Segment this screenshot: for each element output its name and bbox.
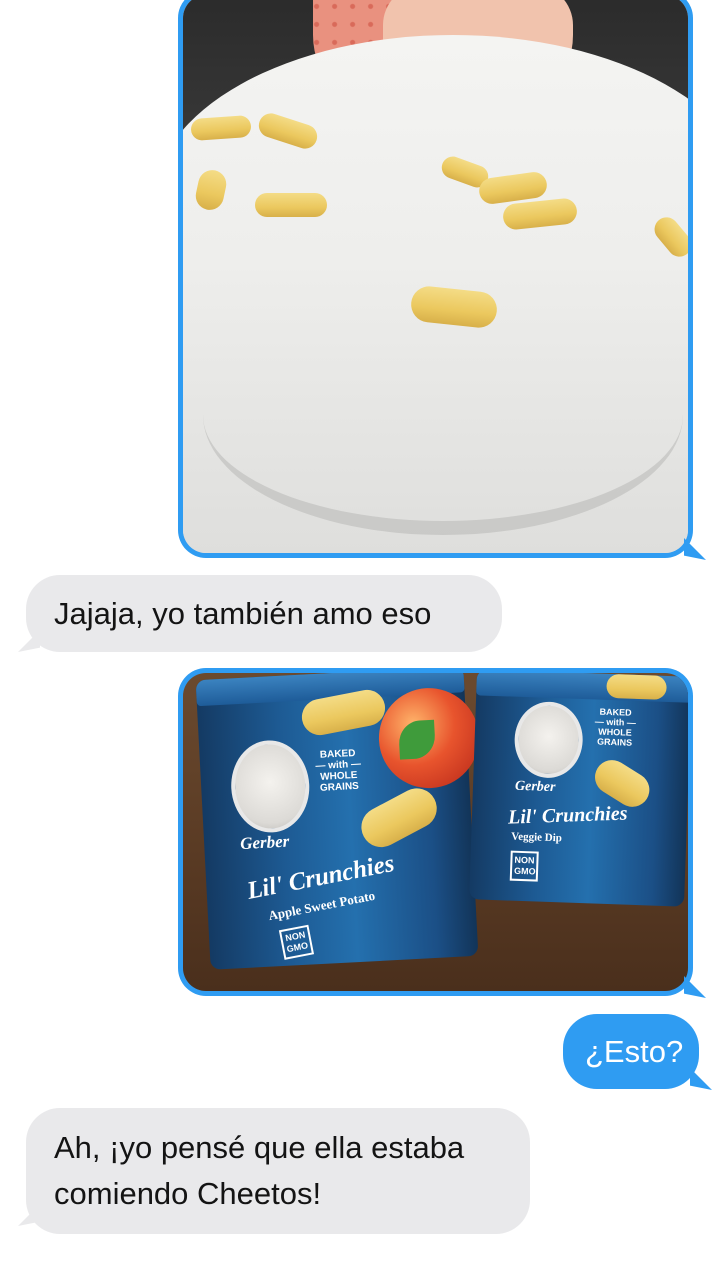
message-text: Ah, ¡yo pensé que ella estaba comiendo C…	[54, 1130, 465, 1211]
gerber-container-left: BAKED — with — WHOLE GRAINS Gerber Lil' …	[195, 673, 482, 970]
flavor-name: Veggie Dip	[511, 830, 563, 845]
gerber-baby-logo	[513, 700, 584, 780]
message-text: ¿Esto?	[585, 1034, 684, 1069]
outgoing-photo-bubble-containers[interactable]: BAKED — with — WHOLE GRAINS Gerber Lil' …	[178, 668, 693, 996]
outgoing-message-bubble[interactable]: ¿Esto?	[563, 1014, 699, 1089]
puff-snack	[190, 114, 252, 142]
message-text: Jajaja, yo también amo eso	[54, 596, 432, 631]
product-name: Lil' Crunchies	[507, 802, 628, 829]
outgoing-photo-bubble-highchair[interactable]	[178, 0, 693, 558]
puff-image	[354, 781, 444, 855]
bubble-tail	[684, 538, 706, 560]
incoming-message-bubble[interactable]: Jajaja, yo también amo eso	[26, 575, 502, 652]
brand-logo: Gerber	[514, 778, 556, 796]
gerber-baby-logo	[228, 738, 312, 835]
puff-image	[606, 673, 667, 700]
non-gmo-badge: NON GMO	[509, 850, 539, 882]
brand-logo: Gerber	[239, 831, 290, 854]
non-gmo-badge: NON GMO	[278, 924, 315, 960]
baked-badge: BAKED — with — WHOLE GRAINS	[594, 706, 636, 748]
gerber-container-right: BAKED — with — WHOLE GRAINS Gerber Lil' …	[469, 673, 688, 907]
puff-snack	[255, 193, 327, 217]
highchair-photo[interactable]	[183, 0, 688, 553]
tray-edge	[203, 295, 683, 535]
baked-badge: BAKED — with — WHOLE GRAINS	[315, 747, 362, 794]
containers-photo[interactable]: BAKED — with — WHOLE GRAINS Gerber Lil' …	[183, 673, 688, 991]
bubble-tail	[690, 1068, 712, 1090]
incoming-message-bubble[interactable]: Ah, ¡yo pensé que ella estaba comiendo C…	[26, 1108, 530, 1234]
bubble-tail	[684, 976, 706, 998]
